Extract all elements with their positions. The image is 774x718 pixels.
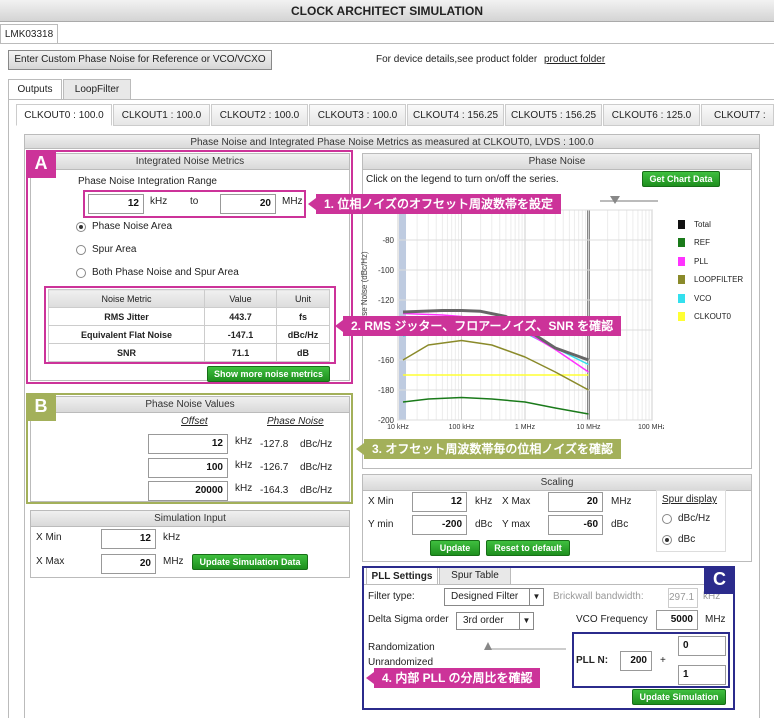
x-tick-label: 10 MHz — [576, 424, 601, 431]
legend-item-vco[interactable]: VCO — [678, 289, 748, 308]
scaling-update-button[interactable]: Update — [430, 540, 480, 556]
legend-label: Total — [694, 219, 711, 229]
scale-xmax-input[interactable]: 20 — [548, 492, 603, 512]
tab-clkout2[interactable]: CLKOUT2 : 100.0 — [211, 104, 308, 126]
reset-default-button[interactable]: Reset to default — [486, 540, 570, 556]
legend-item-ref[interactable]: REF — [678, 234, 748, 253]
callout-4: 4. 内部 PLL の分周比を確認 — [365, 668, 541, 688]
legend-item-clkout0[interactable]: CLKOUT0 — [678, 308, 748, 327]
radio-spur-dbc[interactable] — [662, 535, 672, 545]
y-tick-label: -120 — [378, 296, 395, 305]
metrics-banner: Phase Noise and Integrated Phase Noise M… — [24, 134, 760, 149]
tab-loopfilter[interactable]: LoopFilter — [63, 79, 131, 99]
spur-option-dbchz: dBc/Hz — [678, 513, 711, 524]
tab-clkout4[interactable]: CLKOUT4 : 156.25 — [407, 104, 504, 126]
sim-xmin-label: X Min — [36, 532, 62, 543]
sim-xmax-unit: MHz — [163, 556, 184, 567]
callout-3: 3. オフセット周波数帯毎の位相ノイズを確認 — [356, 439, 621, 459]
spur-option-dbc: dBc — [678, 534, 696, 545]
chart-slider-track — [600, 200, 658, 202]
tab-clkout1[interactable]: CLKOUT1 : 100.0 — [113, 104, 210, 126]
tab-clkout6[interactable]: CLKOUT6 : 125.0 — [603, 104, 700, 126]
legend-label: PLL — [694, 256, 709, 266]
badge-b: B — [26, 393, 56, 421]
legend-swatch — [678, 293, 685, 303]
product-folder-link[interactable]: product folder — [544, 54, 605, 65]
sim-xmin-unit: kHz — [163, 532, 181, 543]
legend-label: CLKOUT0 — [694, 312, 731, 322]
scale-ymax-label: Y max — [502, 519, 531, 530]
scale-ymin-input[interactable]: -200 — [412, 515, 467, 535]
scale-ymax-input[interactable]: -60 — [548, 515, 603, 535]
app-title: CLOCK ARCHITECT SIMULATION — [0, 0, 774, 22]
sim-xmax-input[interactable]: 20 — [101, 554, 156, 574]
scale-ymin-label: Y min — [368, 519, 394, 530]
scaling-title: Scaling — [363, 475, 751, 491]
sim-xmin-input[interactable]: 12 — [101, 529, 156, 549]
spur-display-title: Spur display — [662, 494, 718, 505]
x-tick-label: 100 MHz — [638, 424, 664, 431]
get-chart-data-button[interactable]: Get Chart Data — [642, 171, 720, 187]
legend-swatch — [678, 238, 685, 248]
tab-clkout5[interactable]: CLKOUT5 : 156.25 — [505, 104, 602, 126]
legend-swatch — [678, 256, 685, 266]
phase-noise-title: Phase Noise — [363, 154, 751, 170]
callout-2: 2. RMS ジッター、フロアーノイズ、SNR を確認 — [334, 316, 622, 336]
sim-xmax-label: X Max — [36, 556, 65, 567]
simulation-input-title: Simulation Input — [31, 511, 349, 527]
highlight-box-b — [26, 393, 353, 504]
scale-ymin-unit: dBc — [475, 519, 493, 530]
y-tick-label: -80 — [382, 236, 394, 245]
radio-spur-dbchz[interactable] — [662, 514, 672, 524]
legend-label: REF — [694, 238, 710, 248]
legend-item-loopfilter[interactable]: LOOPFILTER — [678, 271, 748, 290]
x-tick-label: 100 kHz — [449, 424, 475, 431]
legend-item-total[interactable]: Total — [678, 215, 748, 234]
device-tab[interactable]: LMK03318 — [0, 24, 58, 44]
legend-item-pll[interactable]: PLL — [678, 252, 748, 271]
y-tick-label: -160 — [378, 356, 395, 365]
x-tick-label: 1 MHz — [515, 424, 536, 431]
chart-slider-handle[interactable] — [610, 196, 620, 204]
scale-xmax-unit: MHz — [611, 496, 632, 507]
highlight-pll-n — [572, 632, 730, 688]
tab-clkout0[interactable]: CLKOUT0 : 100.0 — [16, 104, 112, 126]
highlight-metric-table — [44, 286, 336, 364]
legend-swatch — [678, 219, 685, 229]
highlight-range-inputs — [83, 190, 306, 218]
scale-ymax-unit: dBc — [611, 519, 629, 530]
badge-a: A — [26, 150, 56, 178]
scale-xmin-unit: kHz — [475, 496, 493, 507]
y-tick-label: -100 — [378, 266, 395, 275]
scale-xmax-label: X Max — [502, 496, 531, 507]
update-simulation-data-button[interactable]: Update Simulation Data — [192, 554, 308, 570]
divider — [0, 43, 774, 44]
tab-clkout3[interactable]: CLKOUT3 : 100.0 — [309, 104, 406, 126]
integration-start-band — [399, 210, 407, 420]
tab-clkout7[interactable]: CLKOUT7 : — [701, 104, 774, 126]
legend-label: LOOPFILTER — [694, 275, 744, 285]
custom-phase-noise-button[interactable]: Enter Custom Phase Noise for Reference o… — [8, 50, 272, 70]
device-details-text: For device details,see product folder — [376, 54, 538, 65]
badge-c: C — [704, 566, 735, 594]
tab-outputs[interactable]: Outputs — [8, 79, 62, 100]
callout-1: 1. 位相ノイズのオフセット周波数帯を設定 — [308, 194, 561, 214]
scale-xmin-label: X Min — [368, 496, 394, 507]
legend-swatch — [678, 312, 685, 322]
legend-hint: Click on the legend to turn on/off the s… — [366, 174, 559, 185]
y-tick-label: -180 — [378, 386, 395, 395]
chart-legend: Total REF PLL LOOPFILTER VCO CLKOUT0 — [678, 215, 748, 326]
scale-xmin-input[interactable]: 12 — [412, 492, 467, 512]
x-tick-label: 10 kHz — [387, 424, 409, 431]
legend-label: VCO — [694, 293, 712, 303]
legend-swatch — [678, 275, 685, 285]
